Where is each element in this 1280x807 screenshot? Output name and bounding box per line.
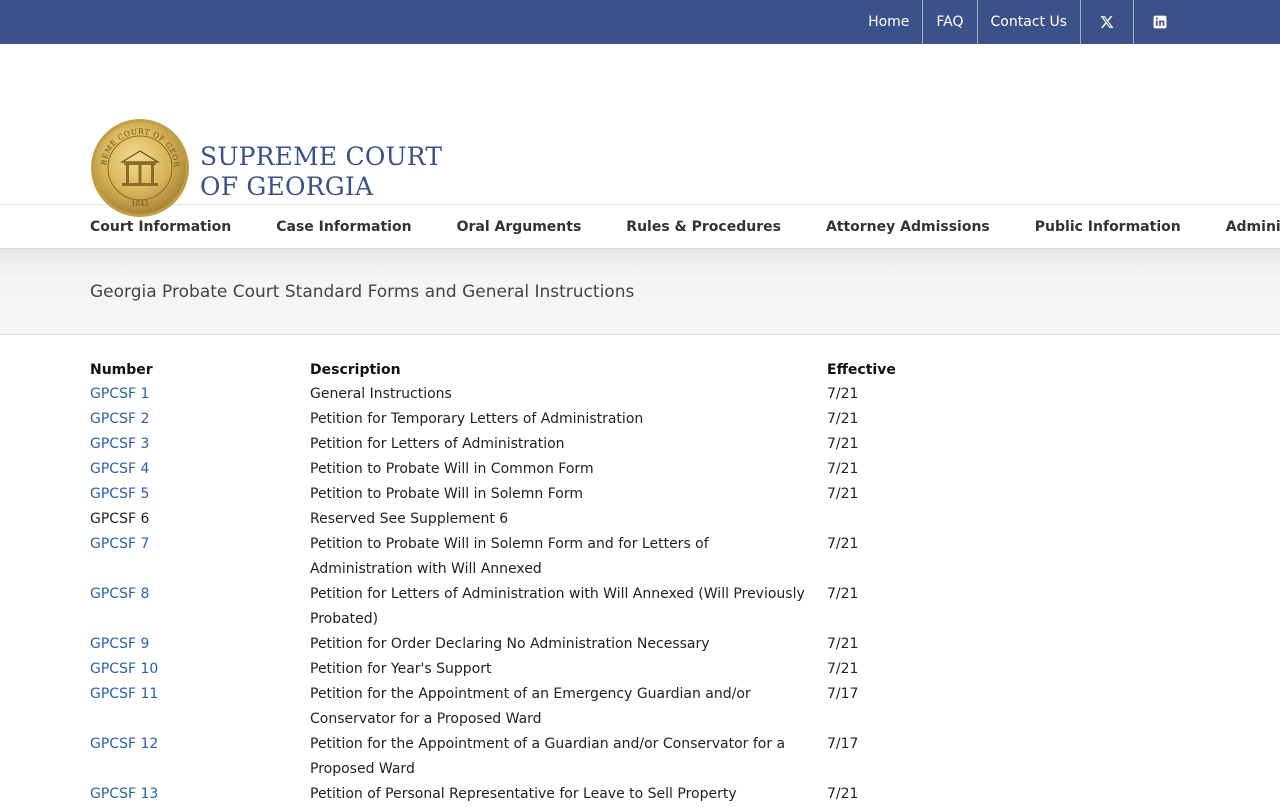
form-effective-date [827, 507, 927, 532]
site-brand-title[interactable]: SUPREME COURT OF GEORGIA [200, 142, 442, 202]
table-row: GPCSF 3 Petition for Letters of Administr… [90, 432, 927, 457]
form-description: Petition for the Appointment of a Guardi… [310, 736, 786, 777]
form-description: Petition to Probate Will in Solemn Form … [310, 536, 709, 577]
table-row: GPCSF 8 Petition for Letters of Administr… [90, 582, 927, 632]
site-header: SUPREME COURT OF GEORGIA 1845 SUPREME CO… [0, 44, 1280, 217]
nav-court-information[interactable]: Court Information [90, 219, 231, 235]
form-description: Petition of Personal Representative for … [310, 786, 737, 802]
nav-attorney-admissions[interactable]: Attorney Admissions [826, 219, 990, 235]
table-row: GPCSF 11 Petition for the Appointment of … [90, 682, 927, 732]
form-effective-date: 7/21 [827, 486, 859, 502]
form-number-cell: GPCSF 12 [90, 732, 310, 782]
table-header-row: Number Description Effective [90, 357, 927, 382]
form-number-cell: GPCSF 1 [90, 382, 310, 407]
form-number-cell: GPCSF 4 [90, 457, 310, 482]
svg-text:1845: 1845 [131, 200, 149, 208]
form-description: General Instructions [310, 386, 452, 402]
form-description: Petition for Letters of Administration [310, 436, 565, 452]
form-description: Petition to Probate Will in Common Form [310, 461, 594, 477]
table-row: GPCSF 9 Petition for Order Declaring No A… [90, 632, 927, 657]
form-effective-date: 7/21 [827, 586, 859, 602]
form-number-cell: GPCSF 2 [90, 407, 310, 432]
forms-content: Number Description Effective GPCSF 1 Gene… [0, 335, 1280, 807]
form-description: Petition for Temporary Letters of Admini… [310, 411, 644, 427]
form-number-link[interactable]: GPCSF 11 [90, 686, 158, 702]
header-number: Number [90, 361, 153, 378]
table-row: GPCSF 12 Petition for the Appointment of … [90, 732, 927, 782]
form-number-text: GPCSF 6 [90, 511, 150, 527]
form-effective-date: 7/21 [827, 411, 859, 427]
court-seal-logo: SUPREME COURT OF GEORGIA 1845 [90, 118, 189, 217]
form-number-cell: GPCSF 7 [90, 532, 310, 582]
form-number-link[interactable]: GPCSF 12 [90, 736, 158, 752]
top-link-contact-us[interactable]: Contact Us [976, 0, 1080, 44]
form-number-cell: GPCSF 5 [90, 482, 310, 507]
linkedin-icon[interactable] [1133, 0, 1186, 44]
form-effective-date: 7/21 [827, 386, 859, 402]
form-number-cell: GPCSF 3 [90, 432, 310, 457]
form-description: Petition to Probate Will in Solemn Form [310, 486, 583, 502]
form-number-cell: GPCSF 9 [90, 632, 310, 657]
form-effective-date: 7/17 [827, 736, 859, 752]
form-number-link[interactable]: GPCSF 8 [90, 586, 149, 602]
form-number-link[interactable]: GPCSF 4 [90, 461, 149, 477]
form-effective-date: 7/17 [827, 686, 859, 702]
form-effective-date: 7/21 [827, 536, 859, 552]
header-description: Description [310, 361, 401, 378]
brand-line-2: OF GEORGIA [200, 172, 374, 201]
page-title: Georgia Probate Court Standard Forms and… [90, 281, 635, 302]
top-utility-bar: Home FAQ Contact Us [0, 0, 1280, 44]
form-number-link[interactable]: GPCSF 2 [90, 411, 149, 427]
header-effective: Effective [827, 361, 896, 378]
page-title-bar: Georgia Probate Court Standard Forms and… [0, 249, 1280, 335]
form-description: Reserved See Supplement 6 [310, 511, 509, 527]
table-row: GPCSF 6 Reserved See Supplement 6 [90, 507, 927, 532]
form-number-link[interactable]: GPCSF 7 [90, 536, 149, 552]
brand-line-1: SUPREME COURT [200, 142, 443, 171]
top-link-home[interactable]: Home [855, 0, 922, 44]
nav-administrative[interactable]: Administrative [1226, 219, 1280, 235]
forms-table: Number Description Effective GPCSF 1 Gene… [90, 357, 927, 807]
table-row: GPCSF 5 Petition to Probate Will in Solem… [90, 482, 927, 507]
top-link-faq[interactable]: FAQ [922, 0, 976, 44]
form-description: Petition for Letters of Administration w… [310, 586, 805, 627]
form-effective-date: 7/21 [827, 461, 859, 477]
form-effective-date: 7/21 [827, 661, 859, 677]
nav-rules-procedures[interactable]: Rules & Procedures [626, 219, 781, 235]
form-number-link[interactable]: GPCSF 1 [90, 386, 149, 402]
nav-oral-arguments[interactable]: Oral Arguments [457, 219, 582, 235]
table-row: GPCSF 7 Petition to Probate Will in Solem… [90, 532, 927, 582]
table-row: GPCSF 4 Petition to Probate Will in Commo… [90, 457, 927, 482]
form-number-link[interactable]: GPCSF 5 [90, 486, 149, 502]
form-number-link[interactable]: GPCSF 9 [90, 636, 149, 652]
form-number-cell: GPCSF 13 [90, 782, 310, 807]
form-description: Petition for the Appointment of an Emerg… [310, 686, 751, 727]
form-number-link[interactable]: GPCSF 10 [90, 661, 158, 677]
form-number-cell: GPCSF 10 [90, 657, 310, 682]
form-effective-date: 7/21 [827, 436, 859, 452]
table-row: GPCSF 2 Petition for Temporary Letters of… [90, 407, 927, 432]
table-row: GPCSF 1 General Instructions 7/21 [90, 382, 927, 407]
table-row: GPCSF 10 Petition for Year's Support 7/21 [90, 657, 927, 682]
nav-case-information[interactable]: Case Information [276, 219, 411, 235]
form-effective-date: 7/21 [827, 786, 859, 802]
x-icon[interactable] [1080, 0, 1133, 44]
form-description: Petition for Order Declaring No Administ… [310, 636, 710, 652]
form-description: Petition for Year's Support [310, 661, 492, 677]
form-number-cell: GPCSF 8 [90, 582, 310, 632]
form-number-link[interactable]: GPCSF 3 [90, 436, 149, 452]
table-row: GPCSF 13 Petition of Personal Representat… [90, 782, 927, 807]
form-effective-date: 7/21 [827, 636, 859, 652]
main-navigation: Court Information Case Information Oral … [0, 205, 1280, 249]
nav-public-information[interactable]: Public Information [1035, 219, 1181, 235]
form-number-cell: GPCSF 11 [90, 682, 310, 732]
